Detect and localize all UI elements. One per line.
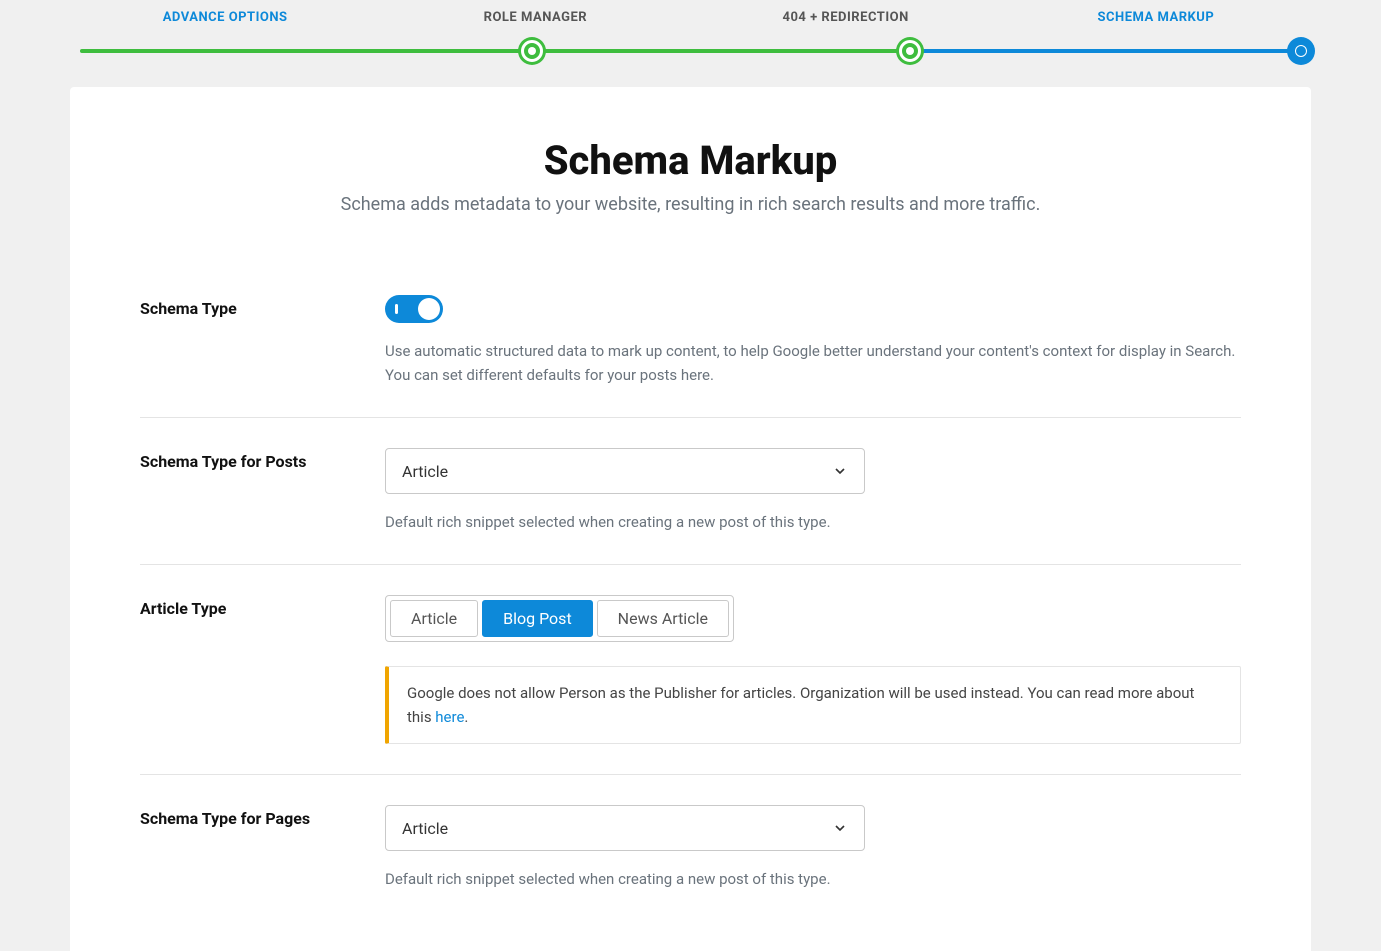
stepper-bar-current (910, 49, 1301, 53)
article-type-notice: Google does not allow Person as the Publ… (385, 666, 1241, 744)
field-schema-posts: Schema Type for Posts Article Default ri… (140, 418, 1241, 565)
page-title: Schema Markup (140, 137, 1241, 184)
stepper-bar-complete (80, 49, 910, 53)
article-type-segmented: Article Blog Post News Article (385, 595, 734, 642)
schema-pages-select-value: Article (402, 819, 448, 838)
step-role-manager[interactable]: ROLE MANAGER (380, 10, 690, 25)
help-schema-type: Use automatic structured data to mark up… (385, 339, 1241, 387)
page-subtitle: Schema adds metadata to your website, re… (140, 194, 1241, 215)
wizard-stepper: ADVANCE OPTIONS ROLE MANAGER 404 + REDIR… (70, 0, 1311, 63)
step-404-redirection[interactable]: 404 + REDIRECTION (691, 10, 1001, 25)
label-article-type: Article Type (140, 595, 385, 744)
step-advance-options[interactable]: ADVANCE OPTIONS (70, 10, 380, 25)
help-schema-pages: Default rich snippet selected when creat… (385, 867, 1241, 891)
label-schema-pages: Schema Type for Pages (140, 805, 385, 891)
help-schema-posts: Default rich snippet selected when creat… (385, 510, 1241, 534)
notice-link[interactable]: here (435, 708, 464, 726)
seg-blog-post[interactable]: Blog Post (482, 600, 593, 637)
seg-news-article[interactable]: News Article (597, 600, 729, 637)
schema-type-toggle[interactable] (385, 295, 443, 323)
page-header: Schema Markup Schema adds metadata to yo… (140, 137, 1241, 215)
stepper-dot-404 (899, 40, 921, 62)
stepper-track (80, 39, 1301, 63)
label-schema-type: Schema Type (140, 295, 385, 387)
stepper-dot-role (521, 40, 543, 62)
chevron-down-icon (832, 463, 848, 479)
settings-panel: Schema Markup Schema adds metadata to yo… (70, 87, 1311, 951)
step-schema-markup[interactable]: SCHEMA MARKUP (1001, 10, 1311, 25)
seg-article[interactable]: Article (390, 600, 478, 637)
notice-suffix: . (464, 708, 468, 726)
stepper-dot-schema (1290, 40, 1312, 62)
schema-pages-select[interactable]: Article (385, 805, 865, 851)
schema-posts-select-value: Article (402, 462, 448, 481)
field-article-type: Article Type Article Blog Post News Arti… (140, 565, 1241, 775)
field-schema-type: Schema Type Use automatic structured dat… (140, 265, 1241, 418)
chevron-down-icon (832, 820, 848, 836)
label-schema-posts: Schema Type for Posts (140, 448, 385, 534)
notice-text: Google does not allow Person as the Publ… (407, 684, 1194, 726)
schema-posts-select[interactable]: Article (385, 448, 865, 494)
toggle-knob (418, 298, 440, 320)
field-schema-pages: Schema Type for Pages Article Default ri… (140, 775, 1241, 921)
